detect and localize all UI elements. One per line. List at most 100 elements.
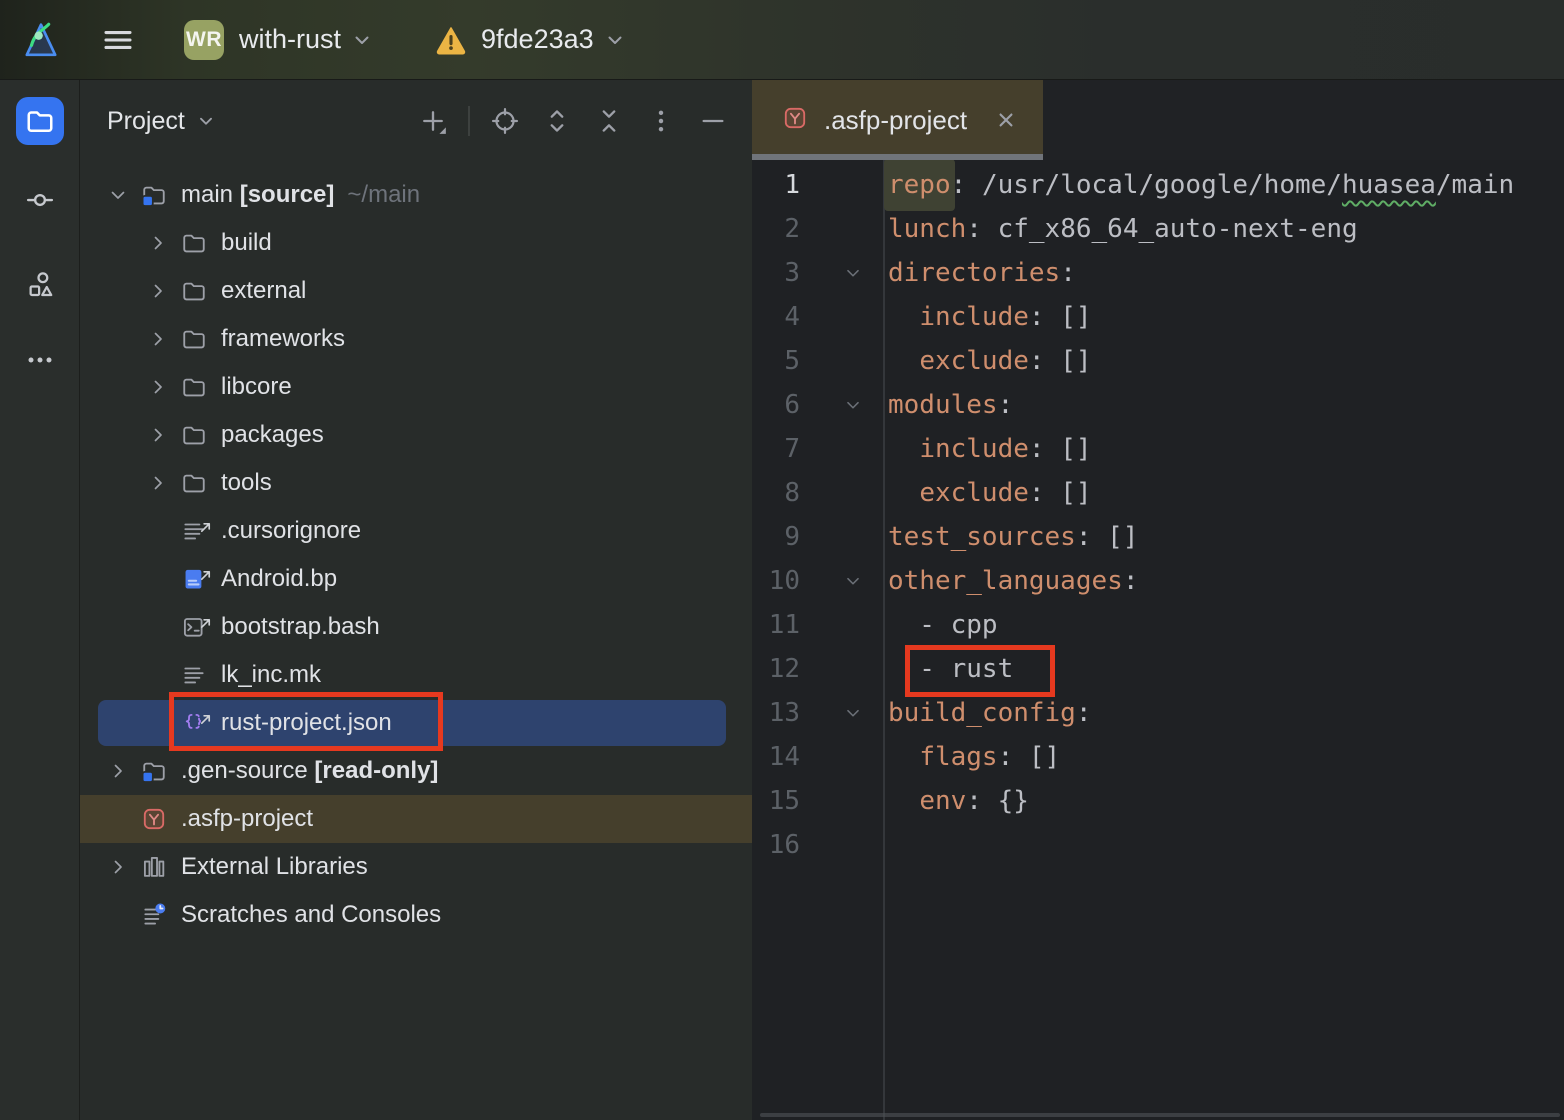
code-line: 14 flags: [] (752, 735, 1564, 779)
tree-row-gen-source[interactable]: .gen-source [read-only] (80, 747, 752, 795)
code-line-text: - cpp (883, 603, 1564, 647)
chevron-right-icon[interactable] (144, 373, 172, 401)
code-line: 13 build_config: (752, 691, 1564, 735)
chevron-right-icon[interactable] (144, 229, 172, 257)
tree-row-android-bp[interactable]: Android.bp (80, 555, 752, 603)
options-kebab-icon[interactable] (644, 104, 678, 138)
fold-gutter (800, 823, 883, 867)
code-line-text: build_config: (883, 691, 1564, 735)
tree-row-packages[interactable]: packages (80, 411, 752, 459)
project-tool-button[interactable] (16, 97, 64, 145)
toolbar-divider (468, 106, 470, 136)
fold-chevron-icon[interactable] (800, 251, 883, 295)
code-line: 3directories: (752, 251, 1564, 295)
folder-source-icon (140, 757, 168, 785)
vcs-branch-selector[interactable]: 9fde23a3 (434, 23, 627, 57)
tree-item-label: External Libraries (181, 853, 368, 881)
editor-area: .asfp-project 1 repo: /usr/local/google/h… (752, 80, 1564, 1120)
commit-tool-button[interactable] (16, 176, 64, 224)
tab-asfp-project[interactable]: .asfp-project (752, 80, 1043, 160)
tree-row-bootstrap-bash[interactable]: bootstrap.bash (80, 603, 752, 651)
add-icon[interactable] (416, 104, 450, 138)
fold-gutter (800, 647, 883, 691)
code-line: 10 other_languages: (752, 559, 1564, 603)
structure-tool-button[interactable] (16, 260, 64, 308)
chevron-spacer (144, 613, 172, 641)
more-tools-button[interactable] (16, 336, 64, 384)
horizontal-scrollbar[interactable] (760, 1113, 1560, 1117)
annotation-box-rust-line (905, 645, 1055, 697)
line-number: 10 (752, 559, 800, 603)
editor-tabbar: .asfp-project (752, 80, 1564, 160)
project-name: with-rust (239, 24, 341, 55)
chevron-spacer (144, 565, 172, 593)
chevron-right-icon[interactable] (144, 421, 172, 449)
chevron-right-icon[interactable] (144, 325, 172, 353)
androidbp-icon (180, 565, 208, 593)
fold-gutter (800, 163, 883, 207)
tree-item-label: bootstrap.bash (221, 613, 380, 641)
code-line-text: include: [] (883, 295, 1564, 339)
project-selector[interactable]: WR with-rust (184, 20, 374, 60)
hamburger-menu-icon[interactable] (98, 20, 138, 60)
code-line-text: exclude: [] (883, 339, 1564, 383)
tree-item-label: tools (221, 469, 272, 497)
library-icon (140, 853, 168, 881)
chevron-right-icon[interactable] (104, 757, 132, 785)
expand-all-icon[interactable] (540, 104, 574, 138)
editor-body[interactable]: 1 repo: /usr/local/google/home/huasea/mai… (752, 160, 1564, 1120)
tree-row-tools[interactable]: tools (80, 459, 752, 507)
code-line-text: repo: /usr/local/google/home/huasea/main (883, 163, 1564, 207)
tree-row-external[interactable]: external (80, 267, 752, 315)
scratch-icon (140, 901, 168, 929)
hide-panel-icon[interactable] (696, 104, 730, 138)
tree-row-frameworks[interactable]: frameworks (80, 315, 752, 363)
line-number: 4 (752, 295, 800, 339)
close-tab-icon[interactable] (993, 107, 1019, 133)
tree-row-build[interactable]: build (80, 219, 752, 267)
tree-row-main[interactable]: main [source]~/main (80, 171, 752, 219)
collapse-all-icon[interactable] (592, 104, 626, 138)
tree-row-cursorignore[interactable]: .cursorignore (80, 507, 752, 555)
code-area[interactable]: 1 repo: /usr/local/google/home/huasea/mai… (752, 163, 1564, 867)
tree-row-scratches-and-consoles[interactable]: Scratches and Consoles (80, 891, 752, 939)
code-line-text: other_languages: (883, 559, 1564, 603)
code-line: 16 (752, 823, 1564, 867)
chevron-right-icon[interactable] (104, 853, 132, 881)
fold-chevron-icon[interactable] (800, 691, 883, 735)
text-icon (180, 517, 208, 545)
chevron-right-icon[interactable] (144, 469, 172, 497)
locate-file-icon[interactable] (488, 104, 522, 138)
tree-item-suffix: [source] (233, 181, 334, 209)
tree-row-external-libraries[interactable]: External Libraries (80, 843, 752, 891)
tree-item-label: .gen-source (181, 757, 308, 785)
terminal-icon (180, 613, 208, 641)
line-number: 14 (752, 735, 800, 779)
fold-gutter (800, 427, 883, 471)
line-number: 13 (752, 691, 800, 735)
code-line: 12 - rust (752, 647, 1564, 691)
code-line-text: test_sources: [] (883, 515, 1564, 559)
tree-row-libcore[interactable]: libcore (80, 363, 752, 411)
project-panel-title[interactable]: Project (107, 107, 185, 136)
tree-item-label: build (221, 229, 272, 257)
line-number: 8 (752, 471, 800, 515)
chevron-down-icon (350, 28, 374, 52)
folder-source-icon (140, 181, 168, 209)
fold-chevron-icon[interactable] (800, 383, 883, 427)
folder-icon (180, 229, 208, 257)
line-number: 1 (752, 163, 800, 207)
folder-icon (180, 277, 208, 305)
vcs-ref-label: 9fde23a3 (481, 24, 594, 55)
fold-chevron-icon[interactable] (800, 559, 883, 603)
folder-icon (180, 325, 208, 353)
code-line: 11 - cpp (752, 603, 1564, 647)
folder-icon (180, 469, 208, 497)
project-tree: main [source]~/main build externalframewor… (80, 171, 752, 939)
project-avatar: WR (184, 20, 224, 60)
chevron-down-icon[interactable] (104, 181, 132, 209)
tree-row-asfp-project[interactable]: .asfp-project (80, 795, 752, 843)
chevron-down-icon (603, 28, 627, 52)
code-line: 9test_sources: [] (752, 515, 1564, 559)
chevron-right-icon[interactable] (144, 277, 172, 305)
